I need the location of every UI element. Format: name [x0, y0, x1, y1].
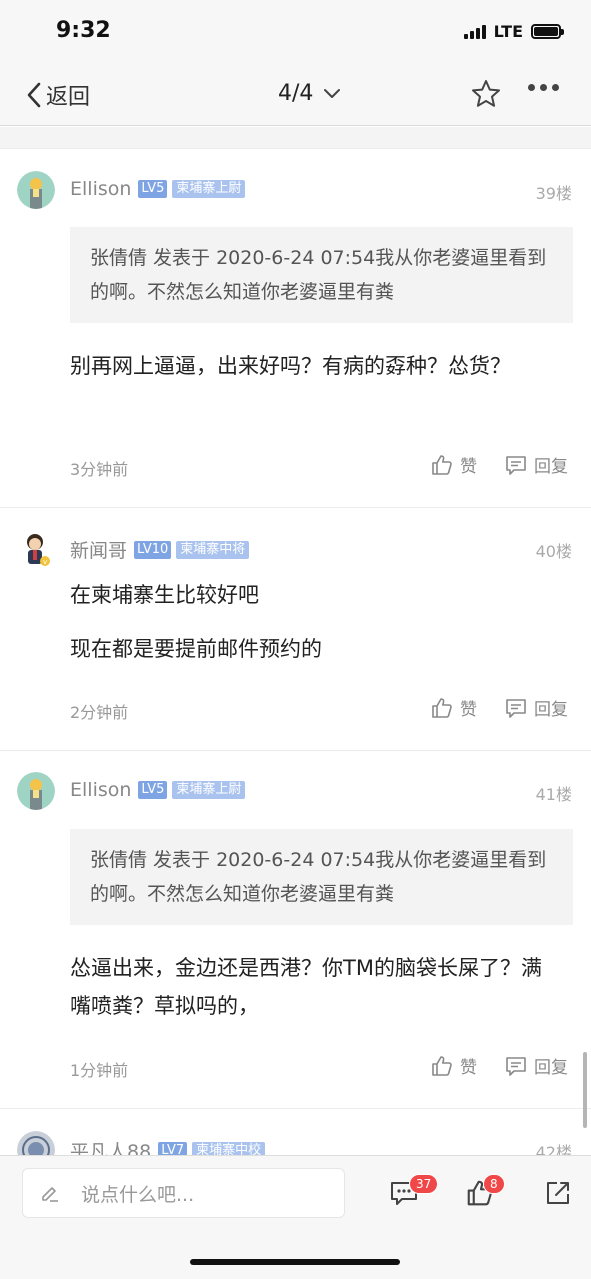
- post-header: 平凡人88 LV7 柬埔寨中校: [70, 1137, 266, 1155]
- comments-button[interactable]: 37: [389, 1174, 439, 1212]
- like-count-badge: 8: [483, 1174, 505, 1194]
- chevron-left-icon: [27, 82, 41, 108]
- comment-input[interactable]: 说点什么吧...: [22, 1168, 345, 1218]
- section-divider: [0, 127, 591, 149]
- post-time: 2分钟前: [70, 703, 129, 722]
- like-label: 赞: [460, 700, 477, 720]
- page-indicator-label: 4/4: [278, 81, 314, 106]
- favorite-button[interactable]: [470, 78, 502, 114]
- rank-badge: 柬埔寨上尉: [172, 180, 246, 198]
- post-header: 新闻哥 LV10 柬埔寨中将: [70, 536, 250, 563]
- post-time: 3分钟前: [70, 460, 129, 479]
- post-item: v 新闻哥 LV10 柬埔寨中将 40楼 在柬埔寨生比较好吧 现在都是要提前邮件…: [0, 508, 591, 751]
- comment-count-badge: 37: [409, 1174, 439, 1194]
- post-content: 怂逼出来，金边还是西港？你TM的脑袋长屎了？满嘴喷粪？草拟吗的，: [70, 956, 542, 1018]
- page-selector[interactable]: 4/4: [278, 81, 341, 106]
- reply-label: 回复: [534, 457, 568, 477]
- nav-bar: 返回 4/4: [0, 64, 591, 126]
- comment-icon: [506, 698, 526, 718]
- reply-button[interactable]: 回复: [504, 695, 568, 720]
- comment-icon: [506, 455, 526, 475]
- rank-badge: 柬埔寨中校: [192, 1141, 266, 1155]
- share-icon: [547, 1182, 569, 1204]
- battery-icon: [531, 24, 564, 39]
- avatar[interactable]: [17, 1131, 55, 1155]
- like-button[interactable]: 赞: [430, 695, 477, 720]
- floor-number: 40楼: [535, 542, 572, 561]
- thumbs-up-icon: [432, 1055, 452, 1076]
- svg-text:v: v: [43, 558, 47, 566]
- level-badge: LV10: [134, 540, 172, 559]
- post-content-line: 在柬埔寨生比较好吧: [70, 583, 259, 607]
- reply-button[interactable]: 回复: [504, 452, 568, 477]
- floor-number: 42楼: [535, 1143, 572, 1155]
- network-label: LTE: [493, 22, 523, 41]
- chevron-down-icon: [324, 88, 341, 98]
- reply-button[interactable]: 回复: [504, 1053, 568, 1078]
- username[interactable]: 平凡人88: [70, 1137, 151, 1155]
- reply-label: 回复: [534, 700, 568, 720]
- thumbs-up-icon: [432, 697, 452, 718]
- signal-icon: [463, 24, 486, 39]
- comment-input-placeholder: 说点什么吧...: [81, 1183, 195, 1206]
- status-time: 9:32: [56, 18, 111, 43]
- username[interactable]: 新闻哥: [70, 536, 127, 563]
- level-badge: LV5: [138, 180, 168, 198]
- post-item: Ellison LV5 柬埔寨上尉 39楼 张倩倩 发表于 2020-6-24 …: [0, 150, 591, 508]
- back-label: 返回: [46, 85, 91, 110]
- rank-badge: 柬埔寨上尉: [172, 781, 246, 799]
- like-button[interactable]: 赞: [430, 1053, 477, 1078]
- thumbs-up-icon: [432, 454, 452, 475]
- level-badge: LV5: [138, 781, 168, 799]
- like-label: 赞: [460, 457, 477, 477]
- post-content-line: 现在都是要提前邮件预约的: [70, 637, 322, 661]
- pencil-icon: [42, 1187, 58, 1202]
- post-item: Ellison LV5 柬埔寨上尉 41楼 张倩倩 发表于 2020-6-24 …: [0, 751, 591, 1109]
- like-label: 赞: [460, 1058, 477, 1078]
- star-icon: [472, 80, 500, 107]
- username[interactable]: Ellison: [70, 779, 131, 801]
- like-post-button[interactable]: 8: [465, 1174, 505, 1212]
- level-badge: LV7: [158, 1141, 188, 1155]
- floor-number: 41楼: [535, 785, 572, 804]
- status-indicators: LTE: [463, 22, 564, 41]
- reply-label: 回复: [534, 1058, 568, 1078]
- back-button[interactable]: 返回: [26, 79, 90, 111]
- post-header: Ellison LV5 柬埔寨上尉: [70, 178, 246, 200]
- comment-icon: [506, 1056, 526, 1076]
- avatar[interactable]: [17, 772, 55, 810]
- scrollbar[interactable]: [583, 1052, 587, 1128]
- post-content: 别再网上逼逼，出来好吗？有病的孬种？怂货？: [70, 354, 511, 378]
- post-header: Ellison LV5 柬埔寨上尉: [70, 779, 246, 801]
- status-bar: 9:32 LTE: [0, 0, 591, 64]
- username[interactable]: Ellison: [70, 178, 131, 200]
- floor-number: 39楼: [535, 184, 572, 203]
- share-button[interactable]: [543, 1178, 573, 1212]
- quote-block: 张倩倩 发表于 2020-6-24 07:54我从你老婆逼里看到的啊。不然怎么知…: [70, 227, 573, 323]
- quote-block: 张倩倩 发表于 2020-6-24 07:54我从你老婆逼里看到的啊。不然怎么知…: [70, 829, 573, 925]
- rank-badge: 柬埔寨中将: [176, 540, 250, 559]
- avatar[interactable]: [17, 171, 55, 209]
- post-item: 平凡人88 LV7 柬埔寨中校 42楼: [0, 1110, 591, 1155]
- more-button[interactable]: [528, 84, 559, 91]
- avatar[interactable]: v: [17, 530, 55, 568]
- home-indicator: [190, 1259, 400, 1265]
- post-time: 1分钟前: [70, 1061, 129, 1080]
- like-button[interactable]: 赞: [430, 452, 477, 477]
